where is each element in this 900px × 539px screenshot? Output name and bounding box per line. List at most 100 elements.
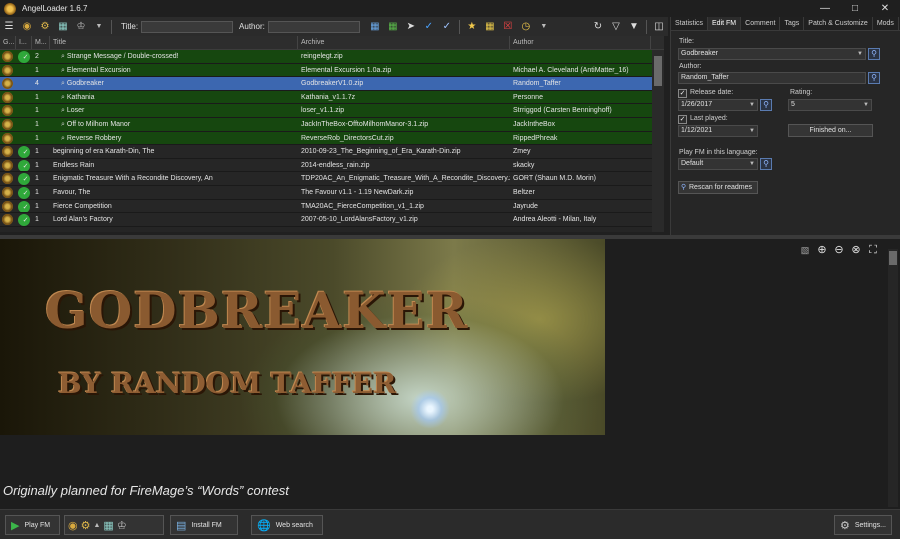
release-date-filter-icon[interactable]: ▦ <box>368 20 382 34</box>
toggle-panel-icon[interactable]: ◫ <box>652 20 666 34</box>
last-played-field[interactable]: 1/12/2021 ▼ <box>678 125 758 137</box>
author-field[interactable]: Random_Taffer <box>678 72 866 84</box>
encoding-icon[interactable]: ▧ <box>798 243 812 257</box>
maximize-button[interactable]: □ <box>840 0 870 17</box>
installed-check-icon: ✓ <box>16 172 32 185</box>
table-row[interactable]: 1 ⌕ Kathania Kathania_v1.1.7z Personne <box>0 90 664 105</box>
show-unavailable-icon[interactable]: ☒ <box>501 20 515 34</box>
fm-author: JackIntheBox <box>513 120 556 128</box>
release-date-checkbox[interactable]: ✓ <box>678 89 687 98</box>
ss2-icon[interactable]: ♔ <box>117 519 127 532</box>
col-mis-count[interactable]: M... <box>32 36 50 49</box>
fm-archive: 2010-09-23_The_Beginning_of_Era_Karath-D… <box>301 148 461 156</box>
tab-comment[interactable]: Comment <box>741 17 781 30</box>
close-button[interactable]: ✕ <box>870 0 900 17</box>
table-scrollbar[interactable] <box>652 50 664 232</box>
table-row[interactable]: 1 ⌕ Loser loser_v1.1.zip Strriggod (Carsten… <box>0 104 664 118</box>
ss2-filter-icon[interactable]: ♔ <box>74 20 88 34</box>
table-row[interactable]: ✓ 2 ⌕ Strange Message / Double-crossed! rei… <box>0 50 664 64</box>
tags-filter-icon[interactable]: ➤ <box>404 20 418 34</box>
author-filter-input[interactable] <box>267 20 360 33</box>
mission-count: 1 <box>35 66 39 74</box>
zoom-out-icon[interactable]: ⊖ <box>832 243 846 257</box>
dropdown-arrow-icon[interactable]: ▲ <box>93 522 100 529</box>
rating-select[interactable]: 5 ▼ <box>788 99 872 111</box>
game-icon <box>0 77 16 90</box>
game-icon <box>0 50 16 63</box>
refresh-icon[interactable]: ↻ <box>591 20 605 34</box>
minimize-button[interactable]: — <box>810 0 840 17</box>
fm-title: ⌕ Godbreaker <box>61 80 104 88</box>
banner-subtitle: BY RANDOM TAFFER <box>58 367 397 400</box>
col-title[interactable]: Title <box>50 36 298 49</box>
dropdown-arrow-icon[interactable]: ▼ <box>537 20 551 34</box>
fm-author: Personne <box>513 93 543 101</box>
web-search-button[interactable]: 🌐 Web search <box>251 515 323 535</box>
readme-scrollbar[interactable] <box>888 249 898 507</box>
installed-check-icon: ✓ <box>16 145 32 158</box>
fm-archive: reingelegt.zip <box>301 53 343 60</box>
details-panel: Statistics Edit FM Comment Tags Patch & … <box>670 17 900 235</box>
table-row[interactable]: 1 ⌕ Elemental Excursion Elemental Excursio… <box>0 63 664 78</box>
table-row[interactable]: 4 ⌕ Godbreaker GodbreakerV1.0.zip Random_Ta… <box>0 77 664 91</box>
col-author[interactable]: Author <box>510 36 651 49</box>
thief1-filter-icon[interactable]: ◉ <box>20 20 34 34</box>
thief3-filter-icon[interactable]: ▦ <box>56 20 70 34</box>
refresh-filters-icon[interactable]: ▽ <box>609 20 623 34</box>
unfinished-filter-icon[interactable]: ✓ <box>440 20 454 34</box>
table-row[interactable]: ✓ 1 Enigmatic Treasure With a Recondite Di… <box>0 172 664 186</box>
table-row[interactable]: 1 ⌕ Off to Milhom Manor JackInTheBox-Offto… <box>0 117 664 132</box>
finished-on-button[interactable]: Finished on... <box>788 124 873 137</box>
last-played-checkbox[interactable]: ✓ <box>678 115 687 124</box>
show-unsupported-icon[interactable]: ▦ <box>483 20 497 34</box>
title-bar: AngelLoader 1.6.7 — □ ✕ <box>0 0 900 17</box>
table-row[interactable]: ✓ 1 Endless Rain 2014-endless_rain.zip skack… <box>0 158 664 173</box>
table-row[interactable]: ✓ 1 Lord Alan's Factory 2007-05-10_LordAlan… <box>0 213 664 227</box>
fm-author: GORT (Shaun M.D. Morin) <box>513 175 596 183</box>
game-icon <box>0 132 16 145</box>
play-fm-button[interactable]: ▶ Play FM <box>5 515 60 535</box>
release-date-button[interactable]: ⚲ <box>760 99 772 111</box>
tab-mods[interactable]: Mods <box>873 17 899 30</box>
install-fm-button[interactable]: ▤ Install FM <box>170 515 238 535</box>
search-author-button[interactable]: ⚲ <box>868 72 880 84</box>
last-played-filter-icon[interactable]: ▦ <box>386 20 400 34</box>
zoom-in-icon[interactable]: ⊕ <box>815 243 829 257</box>
release-date-field[interactable]: 1/26/2017 ▼ <box>678 99 758 111</box>
thief2-filter-icon[interactable]: ⚙ <box>38 20 52 34</box>
dropdown-arrow-icon[interactable]: ▼ <box>92 20 106 34</box>
game-icon <box>0 159 16 172</box>
finished-filter-icon[interactable]: ✓ <box>422 20 436 34</box>
tab-tags[interactable]: Tags <box>780 17 805 30</box>
fm-archive: ReverseRob_DirectorsCut.zip <box>301 134 394 142</box>
thief2-icon[interactable]: ⚙ <box>81 519 91 532</box>
col-installed[interactable]: I... <box>16 36 32 49</box>
settings-button[interactable]: ⚙ Settings... <box>834 515 892 535</box>
col-game[interactable]: G... <box>0 36 16 49</box>
zoom-reset-icon[interactable]: ⊗ <box>849 243 863 257</box>
language-search-button[interactable]: ⚲ <box>760 158 772 170</box>
tab-statistics[interactable]: Statistics <box>671 17 709 30</box>
menu-icon[interactable]: ☰ <box>2 20 16 34</box>
search-title-button[interactable]: ⚲ <box>868 48 880 60</box>
table-row[interactable]: ✓ 1 beginning of era Karath-Din, The 2010-0… <box>0 145 664 159</box>
mission-count: 1 <box>35 188 39 196</box>
table-row[interactable]: 1 ⌕ Reverse Robbery ReverseRob_DirectorsCu… <box>0 131 664 146</box>
fm-author: Jayrude <box>513 202 538 210</box>
thief3-icon[interactable]: ▦ <box>103 519 113 532</box>
fullscreen-icon[interactable]: ⛶ <box>866 243 880 257</box>
game-icon <box>0 64 16 77</box>
tab-edit-fm[interactable]: Edit FM <box>708 17 742 30</box>
title-filter-input[interactable] <box>141 20 234 33</box>
table-row[interactable]: ✓ 1 Fierce Competition TMA20AC_FierceCompet… <box>0 199 664 214</box>
title-field[interactable]: Godbreaker ▼ <box>678 48 866 60</box>
rating-filter-icon[interactable]: ★ <box>465 20 479 34</box>
thief1-icon[interactable]: ◉ <box>68 519 78 532</box>
tab-patch-customize[interactable]: Patch & Customize <box>804 17 873 30</box>
show-recent-icon[interactable]: ◷ <box>519 20 533 34</box>
clear-filters-icon[interactable]: ▼ <box>627 20 641 34</box>
col-archive[interactable]: Archive <box>298 36 510 49</box>
table-row[interactable]: ✓ 1 Favour, The The Favour v1.1 - 1.19 NewD… <box>0 185 664 200</box>
rescan-readmes-button[interactable]: ⚲ Rescan for readmes <box>678 181 758 194</box>
language-select[interactable]: Default ▼ <box>678 158 758 170</box>
